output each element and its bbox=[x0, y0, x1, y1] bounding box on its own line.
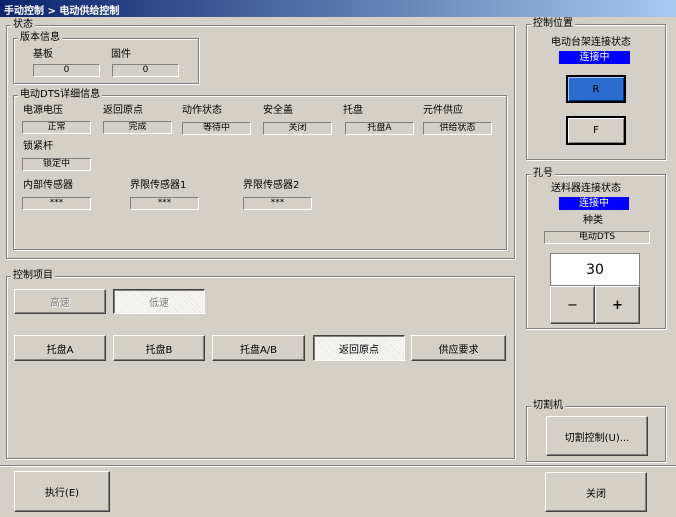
stand-connection-label: 电动台架连接状态 bbox=[551, 37, 631, 48]
safety-value: 关闭 bbox=[263, 122, 332, 135]
hole-number-display: 30 bbox=[550, 253, 640, 286]
dts-details-group bbox=[13, 95, 507, 250]
status-legend: 状态 bbox=[11, 19, 35, 30]
supply-label: 元件供应 bbox=[423, 105, 463, 116]
increment-button[interactable]: + bbox=[595, 286, 640, 324]
cutter-legend: 切割机 bbox=[531, 400, 565, 411]
tray-value: 托盘A bbox=[345, 122, 414, 135]
return-value: 完成 bbox=[103, 121, 172, 134]
action-label: 动作状态 bbox=[182, 105, 222, 116]
safety-label: 安全盖 bbox=[263, 105, 293, 116]
firmware-value: 0 bbox=[112, 64, 179, 77]
lock-value: 锁定中 bbox=[22, 158, 91, 171]
limit2-label: 界限传感器2 bbox=[243, 180, 300, 191]
limit1-label: 界限传感器1 bbox=[130, 180, 187, 191]
firmware-label: 固件 bbox=[111, 49, 131, 60]
feeder-connection-label: 送料器连接状态 bbox=[551, 183, 621, 194]
type-label: 种类 bbox=[583, 215, 603, 226]
high-speed-button[interactable]: 高速 bbox=[14, 289, 106, 314]
power-label: 电源电压 bbox=[23, 105, 63, 116]
lock-label: 锁紧杆 bbox=[23, 141, 53, 152]
limit2-value: *** bbox=[243, 197, 312, 210]
decrement-button[interactable]: − bbox=[550, 286, 595, 324]
version-legend: 版本信息 bbox=[18, 32, 62, 43]
return-origin-button[interactable]: 返回原点 bbox=[313, 335, 405, 361]
tray-label: 托盘 bbox=[343, 105, 363, 116]
bottom-separator bbox=[0, 465, 676, 467]
f-position-button[interactable]: F bbox=[566, 116, 626, 145]
supply-value: 供给状态 bbox=[423, 122, 492, 135]
cut-control-button[interactable]: 切割控制(U)... bbox=[546, 416, 648, 456]
return-label: 返回原点 bbox=[103, 105, 143, 116]
board-label: 基板 bbox=[33, 49, 53, 60]
limit1-value: *** bbox=[130, 197, 199, 210]
dts-details-legend: 电动DTS详细信息 bbox=[18, 89, 103, 100]
tray-a-button[interactable]: 托盘A bbox=[14, 335, 106, 361]
close-button[interactable]: 关闭 bbox=[545, 472, 647, 512]
inner-sensor-label: 内部传感器 bbox=[23, 180, 73, 191]
control-items-legend: 控制项目 bbox=[11, 270, 55, 281]
hole-legend: 孔号 bbox=[531, 168, 555, 179]
control-position-legend: 控制位置 bbox=[531, 18, 575, 29]
execute-button[interactable]: 执行(E) bbox=[14, 471, 110, 512]
inner-sensor-value: *** bbox=[22, 197, 91, 210]
window-title: 手动控制 > 电动供给控制 bbox=[0, 0, 676, 17]
r-position-button[interactable]: R bbox=[566, 75, 626, 103]
board-value: 0 bbox=[33, 64, 100, 77]
version-group bbox=[13, 38, 199, 84]
low-speed-button[interactable]: 低速 bbox=[113, 289, 205, 314]
power-value: 正常 bbox=[22, 121, 91, 134]
stand-connection-status: 连接中 bbox=[559, 51, 630, 64]
tray-ab-button[interactable]: 托盘A/B bbox=[212, 335, 305, 361]
supply-request-button[interactable]: 供应要求 bbox=[411, 335, 506, 361]
action-value: 等待中 bbox=[182, 122, 251, 135]
tray-b-button[interactable]: 托盘B bbox=[113, 335, 205, 361]
feeder-connection-status: 连接中 bbox=[559, 197, 629, 210]
type-value: 电动DTS bbox=[544, 231, 650, 244]
